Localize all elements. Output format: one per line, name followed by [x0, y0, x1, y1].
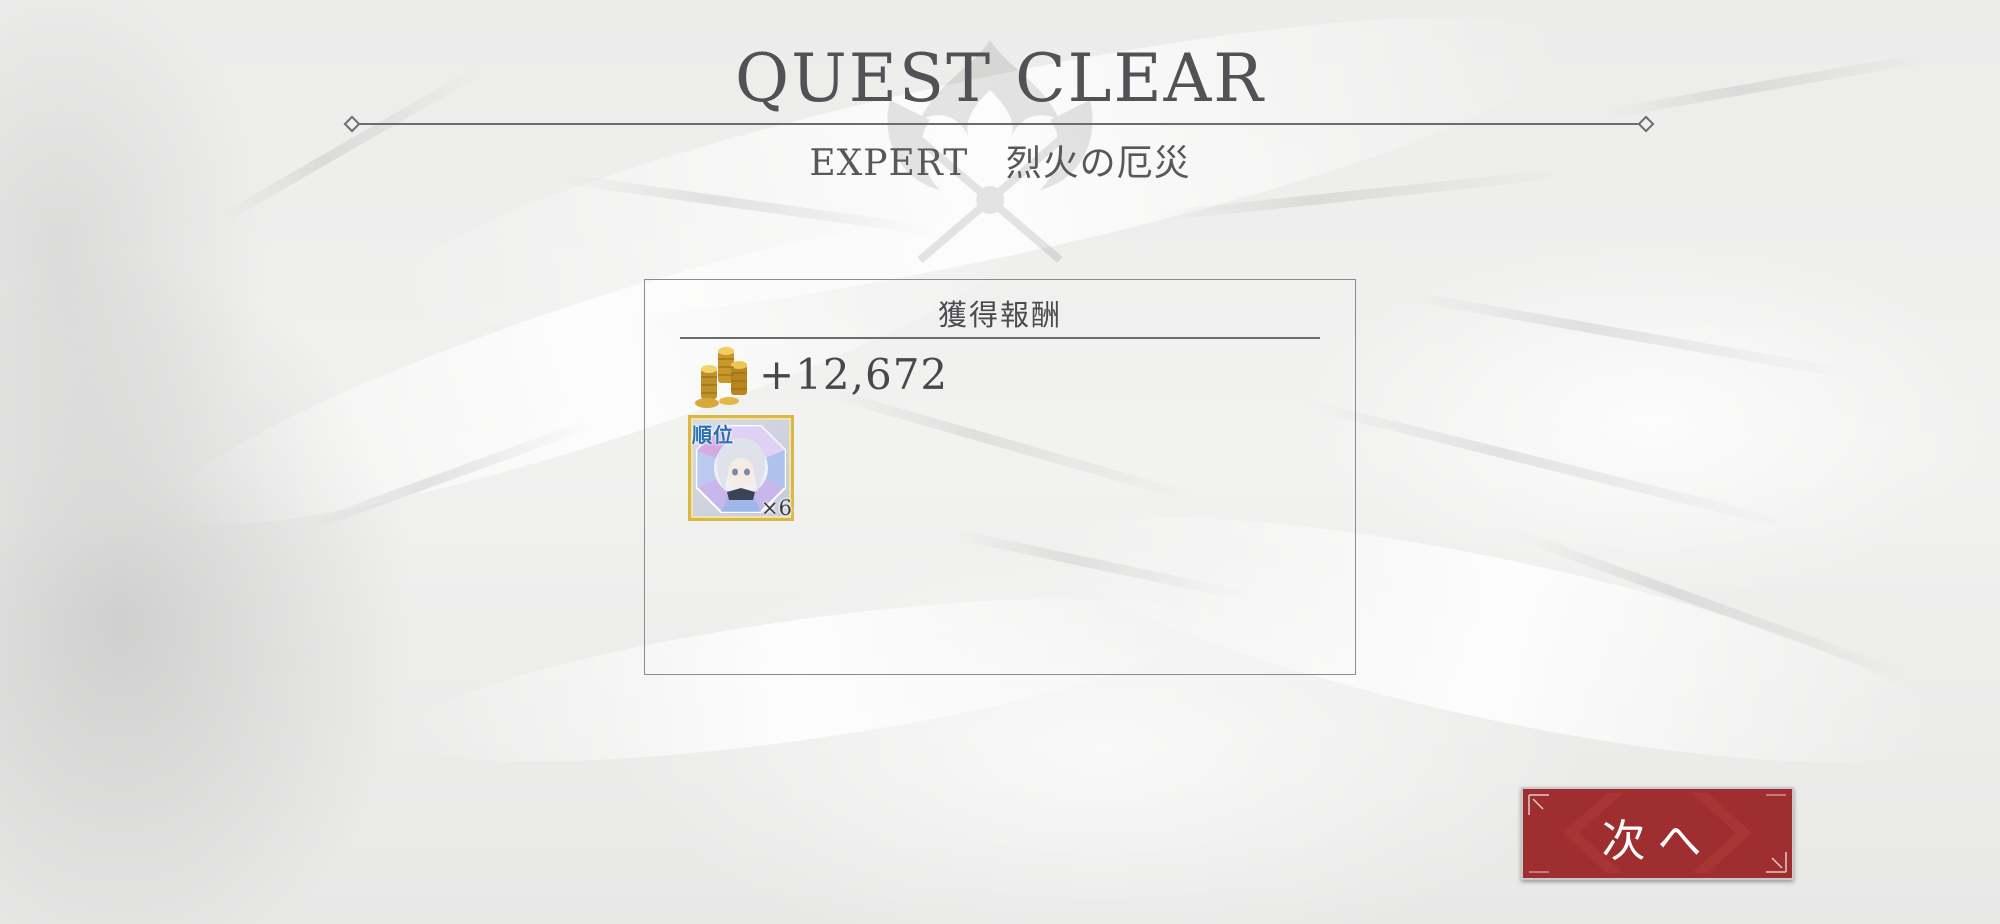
- reward-heading: 獲得報酬: [937, 298, 1062, 332]
- quest-name: 烈火の厄災: [1005, 143, 1191, 184]
- reward-divider: [680, 337, 1320, 339]
- gold-coins-icon: [695, 347, 747, 408]
- next-button-label: 次へ: [1601, 816, 1714, 867]
- quest-subtitle: EXPERT 烈火の厄災: [0, 134, 2000, 186]
- reward-item-slot[interactable]: 順位 ×6: [688, 415, 794, 521]
- difficulty-label: EXPERT: [809, 143, 969, 184]
- reward-panel: 獲得報酬 +12,672 順位 ×6: [644, 279, 1356, 675]
- rank-badge: 順位: [692, 423, 734, 447]
- coin-reward-amount: +12,672: [759, 350, 949, 399]
- title-divider: [343, 115, 1655, 133]
- quest-clear-title: QUEST CLEAR: [735, 40, 1265, 117]
- next-button[interactable]: 次へ: [1521, 787, 1794, 880]
- item-count: ×6: [761, 496, 792, 520]
